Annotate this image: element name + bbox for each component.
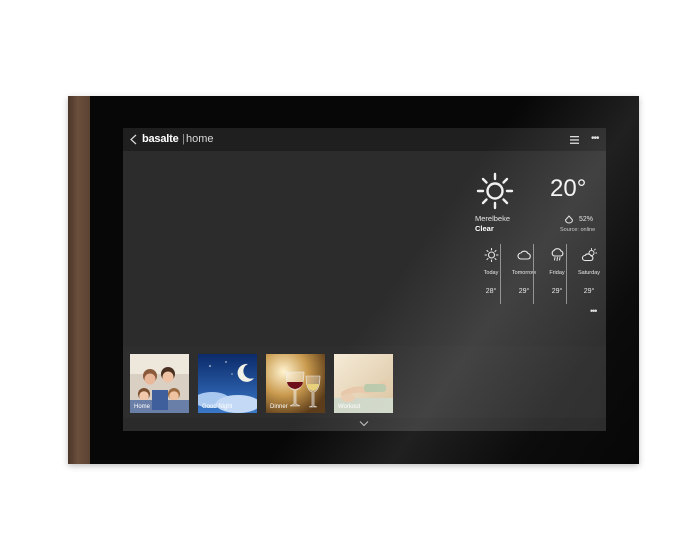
weather-source: Source: online — [560, 227, 596, 233]
partly-cloudy-icon — [582, 248, 597, 262]
page-title: home — [186, 133, 214, 145]
weather-city: Merelbeke — [475, 214, 511, 223]
back-arrow-icon[interactable] — [129, 134, 140, 145]
bronze-side-trim — [68, 96, 90, 464]
forecast-day-label: Tomorrow — [511, 270, 537, 276]
cloud-icon — [517, 250, 531, 260]
scene-row: Home Good Night Dinner Workout — [123, 346, 606, 418]
forecast-temperature: 29° — [518, 288, 530, 295]
top-bar: basalte | home ••• — [123, 128, 606, 151]
forecast-day[interactable]: Friday 29° — [541, 242, 573, 306]
menu-icon[interactable] — [570, 136, 579, 144]
forecast-temperature: 29° — [551, 288, 563, 295]
forecast-day[interactable]: Saturday 29° — [573, 242, 605, 306]
sun-icon — [484, 248, 499, 262]
sun-icon — [476, 172, 514, 210]
scene-label: Home — [134, 404, 151, 410]
more-options-icon[interactable]: ••• — [591, 134, 603, 144]
forecast-day[interactable]: Tomorrow 29° — [508, 242, 540, 306]
forecast-divider — [533, 244, 534, 304]
forecast-more-icon[interactable]: ••• — [590, 306, 598, 316]
scene-good-night[interactable]: Good Night — [198, 354, 257, 413]
forecast-divider — [500, 244, 501, 304]
scene-home[interactable]: Home — [130, 354, 189, 413]
scene-workout[interactable]: Workout — [334, 354, 393, 413]
screen: basalte | home ••• 20° Merelbeke Clear 5… — [123, 128, 606, 431]
weather-condition: Clear — [475, 224, 494, 233]
title-separator: | — [182, 133, 185, 145]
forecast-temperature: 28° — [485, 288, 497, 295]
forecast-row: Today 28° Tomorrow 29° Friday 29° Saturd… — [475, 242, 606, 308]
humidity-value: 52% — [579, 216, 594, 223]
forecast-day-label: Saturday — [577, 270, 600, 276]
scene-label: Good Night — [202, 404, 233, 410]
rain-cloud-icon — [551, 248, 564, 261]
scene-label: Workout — [338, 404, 361, 410]
forecast-day-label: Friday — [549, 270, 565, 276]
chevron-down-icon[interactable] — [359, 420, 369, 427]
forecast-temperature: 29° — [583, 288, 595, 295]
forecast-divider — [566, 244, 567, 304]
current-temperature: 20° — [550, 175, 587, 202]
forecast-day[interactable]: Today 28° — [475, 242, 507, 306]
forecast-day-label: Today — [483, 270, 499, 276]
scene-dinner[interactable]: Dinner — [266, 354, 325, 413]
humidity-icon — [564, 215, 574, 224]
brand-logo: basalte — [142, 133, 179, 145]
scene-label: Dinner — [270, 404, 288, 410]
